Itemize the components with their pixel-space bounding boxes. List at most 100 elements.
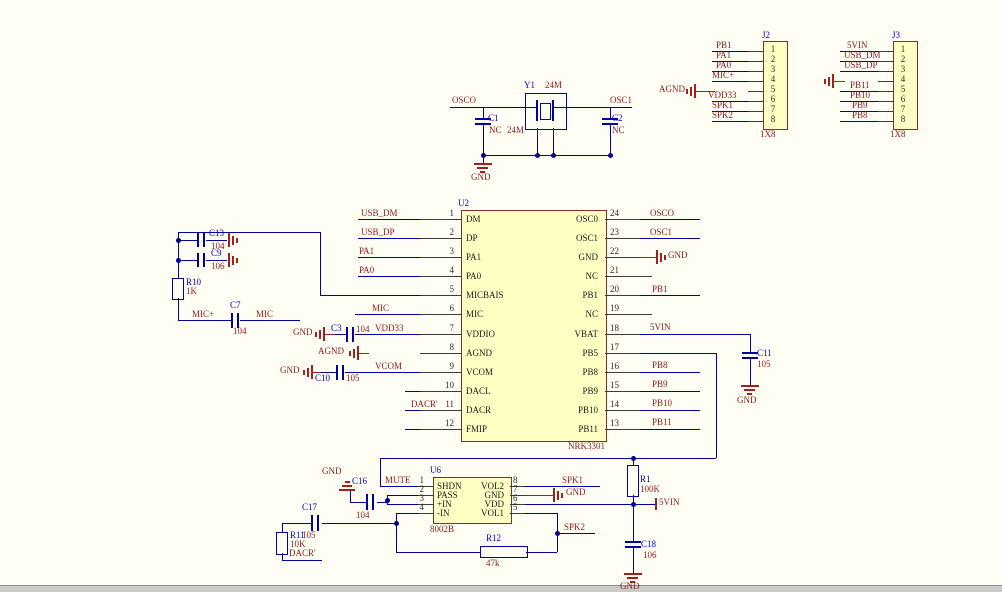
pin-number: 14	[610, 400, 619, 409]
net-label: GND	[322, 467, 342, 476]
value-label: 104	[233, 327, 247, 336]
ground-symbol-bar	[345, 481, 350, 483]
pin-number: 5	[434, 285, 454, 294]
pin-stub	[420, 334, 461, 335]
pin-number: 4	[764, 75, 782, 84]
value-label: 8002B	[430, 525, 454, 534]
net-label: OSCO	[650, 209, 674, 218]
net-label: PB1	[652, 285, 668, 294]
pin-name: PA1	[466, 253, 481, 262]
pin-stub	[420, 429, 461, 430]
value-label: 1K	[186, 287, 197, 296]
capacitor-plate	[625, 541, 641, 543]
window-bottom-edge	[0, 585, 1002, 592]
net-label: USB_DP	[844, 61, 878, 70]
pin-name: NC	[498, 272, 598, 281]
ground-lead	[359, 353, 369, 354]
wire	[640, 429, 700, 430]
net-label: GND	[293, 328, 313, 337]
ground-symbol-bar	[664, 255, 666, 260]
pin-number: 18	[610, 324, 619, 333]
net-label: GND	[620, 582, 640, 591]
pin-stub	[420, 353, 461, 354]
crystal-plate	[536, 100, 538, 121]
wire	[750, 359, 751, 385]
pin-stub	[605, 295, 640, 296]
pin-number: 24	[610, 209, 619, 218]
pin-stub	[878, 111, 893, 112]
pin-name: PA0	[466, 272, 481, 281]
pin-stub	[605, 334, 640, 335]
capacitor-plate	[352, 327, 354, 342]
wire	[640, 334, 750, 335]
resistor-body	[276, 532, 288, 555]
pin-stub	[420, 295, 461, 296]
nc-pin-extension	[640, 276, 652, 277]
junction-dot	[394, 521, 399, 526]
designator-label: C18	[641, 540, 656, 549]
value-label: NC	[612, 126, 625, 135]
capacitor-plate	[372, 494, 374, 510]
pin-number: 8	[764, 115, 782, 124]
pin-stub	[748, 101, 763, 102]
net-label: DACR'	[289, 549, 316, 558]
pin-name: MIC	[466, 310, 483, 319]
wire	[633, 504, 634, 541]
pin-number: 4	[434, 266, 454, 275]
pin-name: OSC0	[498, 215, 598, 224]
net-label: VDD33	[375, 324, 404, 333]
net-label: MIC+	[712, 71, 734, 80]
value-label: 47k	[486, 559, 500, 568]
wire	[178, 320, 233, 321]
ground-lead	[325, 334, 335, 335]
pin-stub	[605, 219, 640, 220]
wire	[358, 257, 420, 258]
capacitor-plate	[342, 365, 344, 380]
designator-label: C7	[230, 301, 241, 310]
pin-number: 1	[764, 45, 782, 54]
ground-symbol-bar	[824, 79, 826, 84]
ground-lead	[834, 81, 845, 82]
wire	[525, 486, 600, 487]
ground-symbol-bar	[694, 84, 696, 98]
designator-label: C11	[757, 349, 772, 358]
net-label: PB9	[652, 380, 668, 389]
pin-stub	[748, 91, 763, 92]
pin-name: PB8	[498, 368, 598, 377]
net-label: GND	[668, 251, 688, 260]
pin-number: 8	[434, 343, 454, 352]
pin-name: AGND	[466, 349, 492, 358]
wire	[380, 458, 381, 486]
net-label: 5VIN	[659, 498, 680, 507]
pin-stub	[605, 410, 640, 411]
wire	[640, 372, 700, 373]
value-label: 106	[643, 551, 657, 560]
wire	[640, 238, 700, 239]
net-label: OSC1	[610, 96, 632, 105]
value-label: 24M	[545, 81, 562, 90]
designator-label: J2	[762, 31, 770, 40]
wire	[178, 240, 198, 241]
wire	[525, 513, 557, 514]
wire	[610, 107, 611, 118]
pin-number: 21	[610, 266, 619, 275]
pin-name: NC	[498, 310, 598, 319]
wire	[350, 491, 351, 502]
value-label: 104	[356, 325, 370, 334]
wire	[380, 458, 716, 459]
value-label: 104	[356, 511, 370, 520]
wire	[396, 513, 397, 552]
pin-number: 7	[764, 105, 782, 114]
wire	[537, 128, 538, 155]
pin-stub	[420, 372, 461, 373]
pin-stub	[420, 391, 461, 392]
designator-label: C10	[315, 374, 330, 383]
pin-number: 7	[894, 105, 912, 114]
wire	[450, 107, 525, 108]
capacitor-plate	[625, 546, 641, 548]
pin-stub	[605, 429, 640, 430]
junction-dot	[535, 153, 540, 158]
designator-label: R12	[486, 534, 501, 543]
pin-number: 4	[406, 503, 424, 512]
net-label: USB_DM	[844, 51, 881, 60]
